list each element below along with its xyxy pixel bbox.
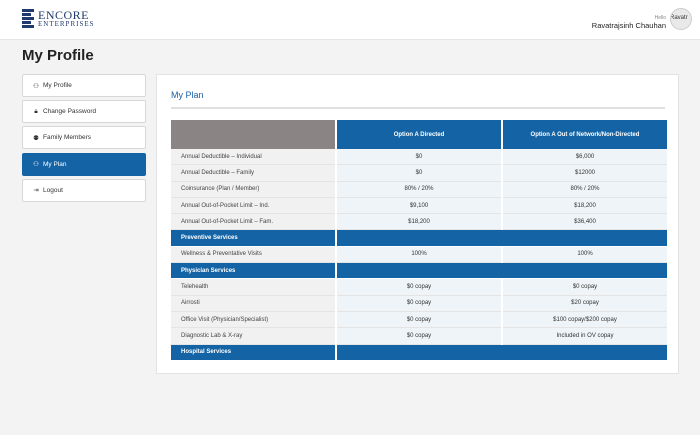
logo-line1: ENCORE xyxy=(38,7,89,22)
cell-option-b: Included in OV copay xyxy=(503,328,667,345)
cell-option-b: $6,000 xyxy=(503,149,667,166)
menu-item-label: Family Members xyxy=(43,134,92,142)
user-menu[interactable]: Hello Ravatrajsinh Chauhan Ravatr xyxy=(592,8,692,30)
cell-option-b: $18,200 xyxy=(503,197,667,215)
row-label: Diagnostic Lab & X-ray xyxy=(171,328,335,345)
row-label: Annual Out-of-Pocket Limit – Ind. xyxy=(171,197,335,215)
menu-item-logout[interactable]: ⇥ Logout xyxy=(22,178,146,202)
divider xyxy=(171,107,665,109)
avatar-label: Ravatr xyxy=(670,15,688,21)
cell-option-b: $36,400 xyxy=(503,214,667,231)
cell-option-a: $0 copay xyxy=(337,311,501,329)
table-row: Coinsurance (Plan / Member) 80% / 20% 80% … xyxy=(171,181,667,198)
lock-icon: 🔒︎ xyxy=(34,107,38,115)
logo-mark-icon xyxy=(22,8,36,28)
cell-option-b: 100% xyxy=(503,246,667,264)
profile-menu: ⚇ My Profile 🔒︎ Change Password ⚉ Family… xyxy=(22,74,146,205)
cell-option-a: 80% / 20% xyxy=(337,181,501,198)
row-label: Annual Out-of-Pocket Limit – Fam. xyxy=(171,214,335,231)
section-label: Preventive Services xyxy=(171,230,335,247)
section-label: Physician Services xyxy=(171,263,335,280)
section-label: Hospital Services xyxy=(171,344,335,361)
plan-table: Option A Directed Option A Out of Networ… xyxy=(169,120,669,361)
table-row: Annual Out-of-Pocket Limit – Ind. $9,100 $… xyxy=(171,197,667,215)
table-row: Diagnostic Lab & X-ray $0 copay Included i… xyxy=(171,328,667,345)
table-header-row: Option A Directed Option A Out of Networ… xyxy=(171,120,667,149)
menu-item-label: Change Password xyxy=(43,108,97,116)
cell-option-a: 100% xyxy=(337,246,501,264)
cell-option-b: $12000 xyxy=(503,165,667,182)
menu-item-label: My Plan xyxy=(43,160,67,168)
avatar[interactable]: Ravatr xyxy=(670,8,692,30)
top-header: ENCORE ENTERPRISES Hello Ravatrajsinh Ch… xyxy=(0,0,700,40)
row-label: Coinsurance (Plan / Member) xyxy=(171,181,335,198)
table-section-row: Physician Services xyxy=(171,263,667,280)
table-section-row: Hospital Services xyxy=(171,344,667,361)
cell-option-b: $100 copay/$200 copay xyxy=(503,311,667,329)
encore-logo[interactable]: ENCORE ENTERPRISES xyxy=(22,8,95,28)
cell-option-b: $20 copay xyxy=(503,295,667,312)
row-label: Airrosti xyxy=(171,295,335,312)
cell-option-a: $0 copay xyxy=(337,295,501,312)
row-label: Annual Deductible – Family xyxy=(171,165,335,182)
section-fill xyxy=(337,230,667,247)
row-label: Telehealth xyxy=(171,279,335,296)
row-label: Wellness & Preventative Visits xyxy=(171,246,335,264)
table-row: Telehealth $0 copay $0 copay xyxy=(171,279,667,296)
menu-item-my-profile[interactable]: ⚇ My Profile xyxy=(22,74,146,97)
table-row: Airrosti $0 copay $20 copay xyxy=(171,295,667,312)
user-icon: ⚇ xyxy=(33,82,39,90)
cell-option-b: 80% / 20% xyxy=(503,181,667,198)
menu-item-change-password[interactable]: 🔒︎ Change Password xyxy=(22,100,146,124)
menu-item-label: Logout xyxy=(43,186,63,194)
cell-option-b: $0 copay xyxy=(503,279,667,296)
row-label: Office Visit (Physician/Specialist) xyxy=(171,311,335,329)
table-row: Wellness & Preventative Visits 100% 100% xyxy=(171,246,667,264)
table-row: Office Visit (Physician/Specialist) $0 co… xyxy=(171,311,667,329)
logo-line2: ENTERPRISES xyxy=(38,19,95,28)
cell-option-a: $9,100 xyxy=(337,197,501,215)
family-icon: ⚉ xyxy=(33,134,39,142)
cell-option-a: $0 copay xyxy=(337,328,501,345)
page-title: My Profile xyxy=(22,47,94,64)
cell-option-a: $0 xyxy=(337,165,501,182)
menu-item-my-plan[interactable]: ⚇ My Plan xyxy=(22,152,146,176)
section-fill xyxy=(337,263,667,280)
user-name: Ravatrajsinh Chauhan xyxy=(591,21,666,30)
plan-card: My Plan Option A Directed Option A Out o… xyxy=(156,74,679,374)
cell-option-a: $18,200 xyxy=(337,214,501,231)
table-section-row: Preventive Services xyxy=(171,230,667,247)
card-title: My Plan xyxy=(171,90,204,100)
menu-item-label: My Profile xyxy=(43,82,72,89)
cell-option-a: $0 xyxy=(337,149,501,166)
table-row: Annual Deductible – Individual $0 $6,000 xyxy=(171,149,667,166)
table-row: Annual Deductible – Family $0 $12000 xyxy=(171,165,667,182)
column-header: Option A Directed xyxy=(337,120,501,149)
column-header xyxy=(171,120,335,149)
row-label: Annual Deductible – Individual xyxy=(171,149,335,166)
section-fill xyxy=(337,344,667,361)
user-icon: ⚇ xyxy=(33,161,39,169)
table-row: Annual Out-of-Pocket Limit – Fam. $18,200… xyxy=(171,214,667,231)
menu-item-family-members[interactable]: ⚉ Family Members xyxy=(22,126,146,150)
logout-icon: ⇥ xyxy=(33,187,39,195)
cell-option-a: $0 copay xyxy=(337,279,501,296)
column-header: Option A Out of Network/Non-Directed xyxy=(503,120,667,149)
